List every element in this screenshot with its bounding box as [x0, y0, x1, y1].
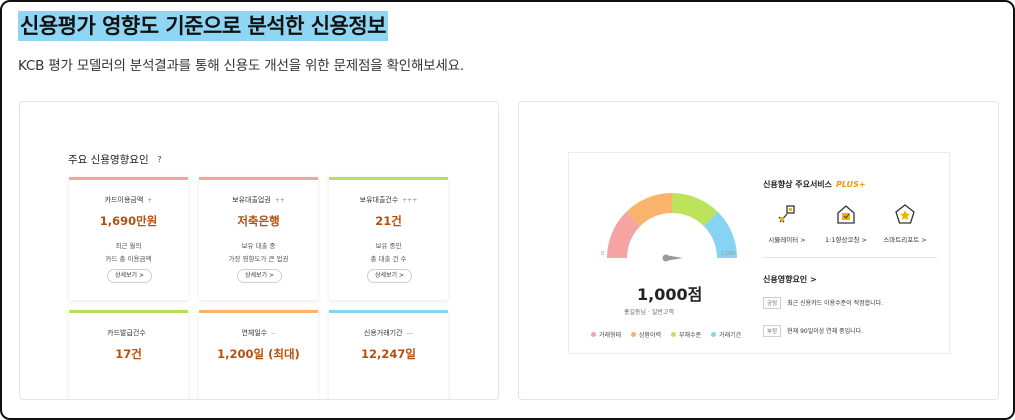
factor-description: 보유 대출 중가장 영향도가 큰 업권 — [199, 240, 318, 266]
legend-item: 거래기간 — [711, 332, 741, 339]
factor-desc-line1: 보유 대출 중 — [241, 242, 276, 250]
legend-item: 상환이력 — [631, 332, 661, 339]
factor-impact-dots: +++ — [402, 197, 418, 204]
service-smart-report[interactable]: 스마트리포트 > — [875, 203, 935, 244]
legend-item: 거래형태 — [591, 332, 621, 339]
influence-row: 부정 현재 90일이상 연체 중입니다. — [763, 325, 863, 337]
factor-description: 보유 중인총 대출 건 수 — [329, 240, 448, 266]
section-title-text: 주요 신용영향요인 — [68, 154, 149, 166]
factor-card-card-issued: 카드발급건수 17건 — [69, 310, 188, 399]
factor-accent-bar — [329, 177, 448, 180]
influence-tag: 부정 — [763, 325, 782, 337]
credit-score: 1,000점 — [637, 285, 703, 304]
gauge-pivot — [662, 254, 670, 262]
factor-card-card-usage: 카드이용금액 + 1,690만원 최근 월의카드 총 이용금액 상세보기 > — [69, 177, 188, 300]
factor-impact-dots: + — [147, 197, 153, 204]
services-title: 신용향상 주요서비스 PLUS+ — [763, 179, 866, 190]
service-label: 시뮬레이터 > — [768, 236, 806, 244]
section-divider — [763, 257, 937, 258]
factor-card-credit-period: 신용거래기간 --- 12,247일 — [329, 310, 448, 399]
factor-impact-dots: --- — [406, 330, 414, 337]
factor-desc-line2: 총 대출 건 수 — [370, 255, 407, 263]
factor-card-loan-count: 보유대출건수 +++ 21건 보유 중인총 대출 건 수 상세보기 > — [329, 177, 448, 300]
factor-desc-line1: 최근 월의 — [115, 242, 142, 250]
legend-label: 상환이력 — [639, 332, 662, 339]
score-panel: 0 1,000 1,000점 홍길동님 · 일반고객 거래형태 상환이력 부채수… — [568, 152, 950, 354]
services-plus-badge: PLUS+ — [836, 180, 866, 189]
factor-label-text: 카드발급건수 — [107, 329, 146, 337]
factor-accent-bar — [329, 310, 448, 313]
factor-card-overdue-days: 연체일수 -- 1,200일 (최대) — [199, 310, 318, 399]
factor-label-text: 보유대출업권 — [232, 196, 271, 204]
factor-label-text: 신용거래기간 — [363, 329, 403, 337]
legend-dot — [711, 332, 717, 337]
factor-value: 17건 — [115, 347, 142, 361]
legend-dot — [591, 332, 596, 337]
factor-label: 연체일수 -- — [199, 328, 318, 338]
factor-impact-dots: ++ — [274, 197, 285, 204]
legend-label: 거래기간 — [719, 332, 742, 339]
section-title: 주요 신용영향요인? — [68, 152, 165, 167]
factor-value: 21건 — [375, 214, 402, 228]
page-subtitle: KCB 평가 모델러의 분석결과를 통해 신용도 개선을 위한 문제점을 확인해… — [18, 58, 464, 74]
factor-accent-bar — [199, 310, 318, 313]
service-label: 스마트리포트 > — [883, 236, 927, 244]
credit-factors-card: 주요 신용영향요인? 카드이용금액 + 1,690만원 최근 월의카드 총 이용금… — [19, 101, 499, 400]
factor-label: 신용거래기간 --- — [329, 328, 448, 338]
user-name: 홍길동님 — [624, 309, 647, 316]
service-label: 1:1향상코칭 > — [825, 236, 867, 244]
legend-dot — [631, 332, 637, 337]
question-icon[interactable]: ? — [155, 155, 165, 165]
simulator-icon — [778, 205, 795, 223]
factor-description: 최근 월의카드 총 이용금액 — [69, 240, 188, 266]
page-title: 신용평가 영향도 기준으로 분석한 신용정보 — [18, 11, 389, 41]
factor-value: 저축은행 — [237, 214, 280, 228]
influence-title-link[interactable]: 신용영향요인 > — [763, 274, 817, 285]
legend-item: 부채수준 — [671, 332, 701, 339]
factor-desc-line2: 카드 총 이용금액 — [105, 255, 152, 263]
detail-button[interactable]: 상세보기 > — [367, 269, 412, 283]
influence-row: 긍정 최근 신용카드 이용수준이 적정합니다. — [763, 297, 883, 309]
factor-value: 1,200일 (최대) — [217, 347, 300, 361]
detail-button[interactable]: 상세보기 > — [107, 269, 152, 283]
service-coaching[interactable]: 1:1향상코칭 > — [816, 203, 876, 244]
factor-accent-bar — [199, 177, 318, 180]
legend-label: 부채수준 — [679, 332, 702, 339]
factor-desc-line2: 가장 영향도가 큰 업권 — [228, 255, 289, 263]
detail-button[interactable]: 상세보기 > — [237, 269, 282, 283]
factor-label: 카드이용금액 + — [69, 195, 188, 205]
user-grade: 일반고객 — [651, 309, 674, 316]
screen-frame: 신용평가 영향도 기준으로 분석한 신용정보 KCB 평가 모델러의 분석결과를… — [0, 0, 1015, 420]
score-gauge — [607, 193, 737, 262]
factor-label-text: 연체일수 — [241, 329, 268, 337]
factor-desc-line1: 보유 중인 — [375, 242, 402, 250]
legend-dot — [671, 332, 677, 337]
factor-value: 1,690만원 — [99, 214, 158, 228]
factor-value: 12,247일 — [361, 347, 416, 361]
smart-report-icon — [895, 204, 915, 224]
gauge-legend: 거래형태 상환이력 부채수준 거래기간 — [591, 330, 749, 339]
services-title-text: 신용향상 주요서비스 — [763, 180, 833, 189]
influence-tag: 긍정 — [763, 297, 782, 309]
factor-label-text: 보유대출건수 — [359, 196, 399, 204]
service-simulator[interactable]: 시뮬레이터 > — [757, 203, 817, 244]
gauge-min-label: 0 — [601, 251, 605, 257]
influence-text: 최근 신용카드 이용수준이 적정합니다. — [787, 300, 884, 307]
influence-text: 현재 90일이상 연체 중입니다. — [787, 328, 864, 335]
factor-accent-bar — [69, 310, 188, 313]
factor-label-text: 카드이용금액 — [104, 196, 144, 204]
gauge-max-label: 1,000 — [721, 251, 736, 257]
factor-impact-dots: -- — [271, 330, 276, 337]
legend-label: 거래형태 — [599, 332, 622, 339]
factor-accent-bar — [69, 177, 188, 180]
factor-label: 보유대출업권 ++ — [199, 195, 318, 205]
coaching-icon — [837, 205, 855, 224]
user-info: 홍길동님 · 일반고객 — [624, 309, 674, 316]
factor-card-loan-sector: 보유대출업권 ++ 저축은행 보유 대출 중가장 영향도가 큰 업권 상세보기 > — [199, 177, 318, 300]
factor-label: 보유대출건수 +++ — [329, 195, 448, 205]
factor-label: 카드발급건수 — [69, 328, 188, 338]
credit-score-card: 0 1,000 1,000점 홍길동님 · 일반고객 거래형태 상환이력 부채수… — [518, 101, 999, 400]
